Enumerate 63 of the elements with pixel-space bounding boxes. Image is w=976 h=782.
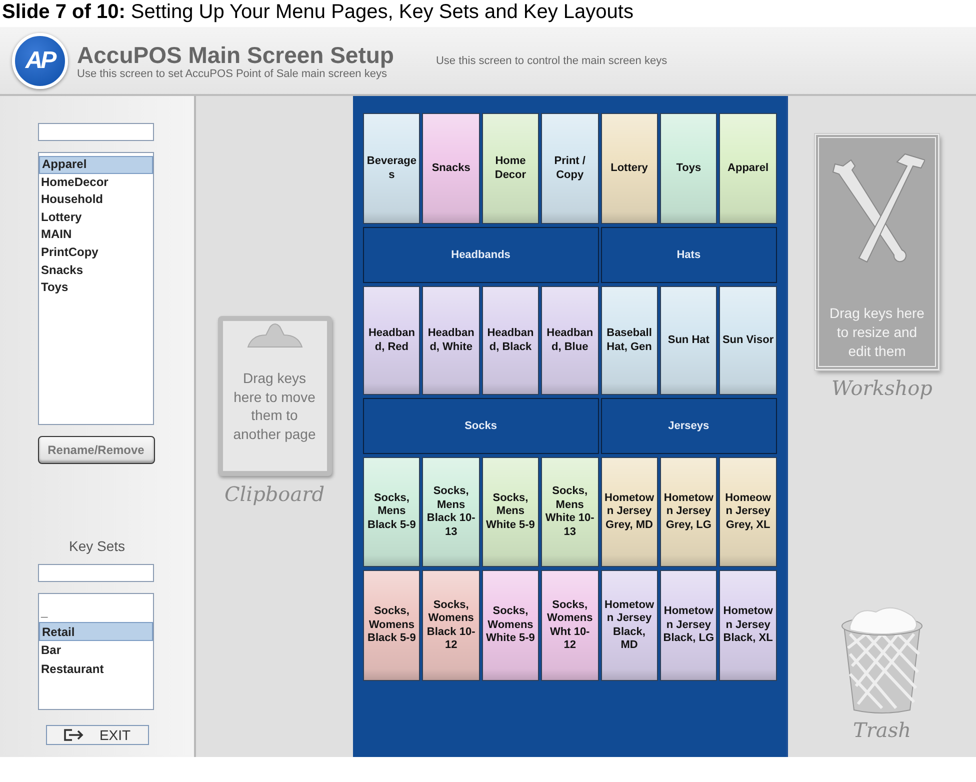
menu-key[interactable]: Hometown Jersey Black, XL — [719, 570, 777, 681]
app-subtitle: Use this screen to set AccuPOS Point of Sale main screen keys — [77, 68, 387, 80]
list-item[interactable]: Apparel — [39, 156, 153, 174]
menu-key[interactable]: Toys — [660, 113, 718, 224]
list-item[interactable]: Toys — [39, 279, 153, 297]
menu-key[interactable]: Lottery — [600, 113, 658, 224]
header-hint: Use this screen to control the main screen keys — [436, 54, 668, 66]
menu-key[interactable]: Hometown Jersey Grey, LG — [660, 457, 718, 567]
menu-key[interactable]: Beverages — [363, 113, 420, 224]
list-item[interactable]: HomeDecor — [39, 174, 153, 192]
menu-key[interactable]: Socks, Womens White 5-9 — [482, 570, 540, 681]
menu-key[interactable]: Homeown Jersey Grey, XL — [719, 457, 777, 567]
menu-key[interactable]: Hometown Jersey Grey, MD — [600, 457, 658, 567]
list-item[interactable]: Household — [39, 191, 153, 209]
group-key[interactable]: Hats — [600, 227, 777, 283]
logo: AP — [12, 32, 68, 88]
pages-list[interactable]: Apparel HomeDecor Household Lottery MAIN PrintCopy Snacks Toys — [38, 152, 154, 425]
list-item[interactable]: PrintCopy — [39, 244, 153, 262]
workshop-label: Workshop — [832, 376, 932, 400]
menu-key[interactable]: Hometown Jersey Black, MD — [600, 570, 658, 681]
menu-key[interactable]: Sun Visor — [719, 286, 777, 395]
menu-key[interactable]: Socks, Womens Black 5-9 — [363, 570, 420, 681]
list-item[interactable]: Restaurant — [39, 660, 153, 679]
exit-button[interactable]: EXIT — [46, 725, 148, 745]
clipboard-text: Drag keys here to move them to another page — [232, 369, 317, 443]
menu-key[interactable]: Print / Copy — [541, 113, 599, 224]
menu-key[interactable]: Baseball Hat, Gen — [600, 286, 658, 395]
menu-key[interactable]: Snacks — [422, 113, 480, 224]
menu-key[interactable]: Home Decor — [482, 113, 540, 224]
group-key[interactable]: Headbands — [363, 227, 599, 283]
menu-key[interactable]: Apparel — [719, 113, 777, 224]
workshop-text: Drag keys here to resize and edit them — [828, 304, 926, 361]
key-set-name-field[interactable] — [38, 564, 154, 582]
menu-key[interactable]: Hometown Jersey Black, LG — [660, 570, 718, 681]
menu-key[interactable]: Socks, Mens White 10-13 — [541, 457, 599, 567]
menu-key[interactable]: Sun Hat — [660, 286, 718, 395]
list-item[interactable]: Retail — [39, 622, 153, 641]
menu-key[interactable]: Socks, Womens Wht 10-12 — [541, 570, 599, 681]
group-key[interactable]: Jerseys — [600, 398, 777, 454]
list-item[interactable]: Snacks — [39, 262, 153, 280]
menu-key[interactable]: Headband, White — [422, 286, 480, 395]
menu-key[interactable]: Headband, Blue — [541, 286, 599, 395]
key-sets-list[interactable]: _ Retail Bar Restaurant — [38, 593, 154, 710]
menu-key[interactable]: Socks, Mens Black 5-9 — [363, 457, 420, 567]
rename-remove-button[interactable]: Rename/Remove — [38, 436, 154, 464]
trash-label: Trash — [853, 718, 911, 742]
key-sets-label: Key Sets — [68, 538, 126, 556]
clipboard-label: Clipboard — [224, 482, 325, 506]
list-item[interactable]: _ — [39, 603, 153, 622]
exit-icon — [63, 728, 86, 742]
list-item[interactable]: Bar — [39, 641, 153, 660]
app-title: AccuPOS Main Screen Setup — [77, 42, 394, 68]
page-name-field[interactable] — [38, 123, 154, 141]
menu-key[interactable]: Socks, Womens Black 10-12 — [422, 570, 480, 681]
list-item[interactable]: Lottery — [39, 208, 153, 226]
menu-key[interactable]: Headband, Black — [482, 286, 540, 395]
menu-key[interactable]: Socks, Mens Black 10-13 — [422, 457, 480, 567]
menu-key[interactable]: Headband, Red — [363, 286, 420, 395]
slide-title: Slide 7 of 10: Setting Up Your Menu Pages, Key Sets and Key Layouts — [1, 0, 634, 25]
list-item[interactable]: MAIN — [39, 226, 153, 244]
clipboard-drop-area[interactable]: Drag keys here to move them to another page — [218, 316, 332, 476]
group-key[interactable]: Socks — [363, 398, 599, 454]
menu-key[interactable]: Socks, Mens White 5-9 — [482, 457, 540, 567]
